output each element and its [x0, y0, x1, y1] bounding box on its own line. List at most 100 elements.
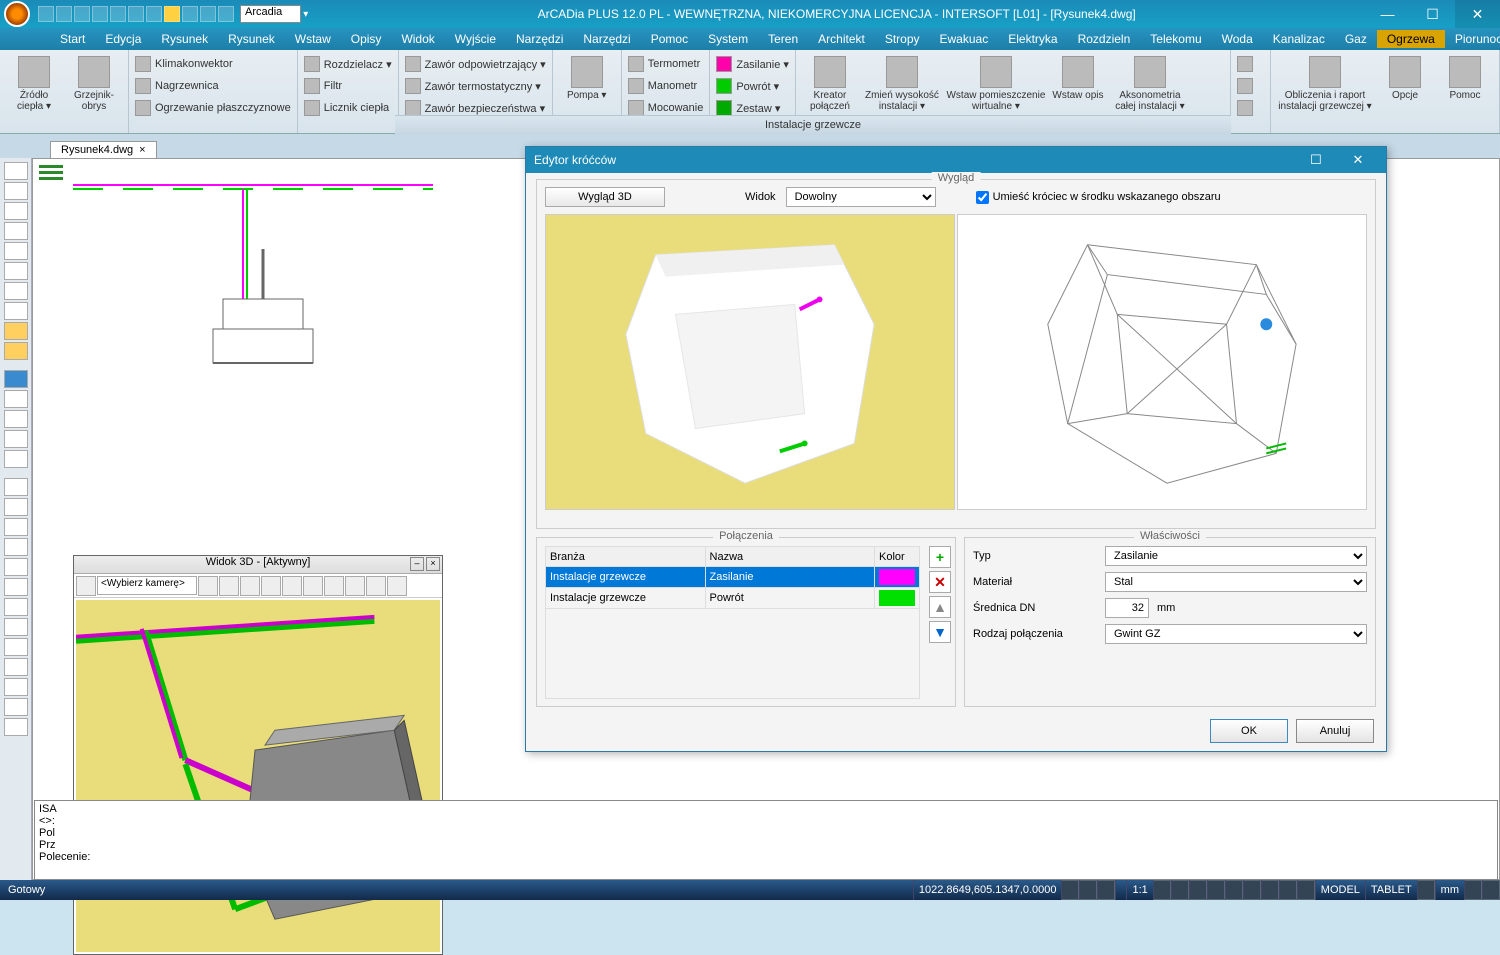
menu-item[interactable]: Pomoc [641, 30, 698, 48]
tool-button[interactable] [4, 342, 28, 360]
tool-button[interactable] [4, 242, 28, 260]
status-icon[interactable] [1417, 880, 1435, 900]
ribbon-zawor-odpowietrzajacy[interactable]: Zawór odpowietrzający ▾ [405, 54, 546, 74]
qat-button[interactable] [218, 6, 234, 22]
panel-min-icon[interactable]: – [410, 557, 424, 571]
view3d-mode-button[interactable]: Wygląd 3D [545, 187, 665, 207]
menu-item[interactable]: Wyjście [445, 30, 506, 48]
menu-item[interactable]: Edycja [95, 30, 151, 48]
connections-table[interactable]: Branża Nazwa Kolor Instalacje grzewczeZa… [545, 546, 920, 609]
status-icon[interactable] [1297, 880, 1315, 900]
tool-button[interactable] [4, 478, 28, 496]
status-icon[interactable] [1207, 880, 1225, 900]
tool-button[interactable] [4, 718, 28, 736]
view3d-tool[interactable] [261, 576, 281, 596]
tool-button[interactable] [4, 262, 28, 280]
view3d-tool[interactable] [240, 576, 260, 596]
minimize-button[interactable]: — [1365, 0, 1410, 28]
ribbon-heat-source[interactable]: Źródło ciepła ▾ [6, 52, 62, 131]
ok-button[interactable]: OK [1210, 719, 1288, 743]
view3d-tool[interactable] [303, 576, 323, 596]
layer-combo[interactable]: Arcadia [240, 5, 301, 23]
menu-item[interactable]: Widok [391, 30, 444, 48]
status-tablet[interactable]: TABLET [1365, 880, 1417, 900]
qat-button[interactable] [128, 6, 144, 22]
tool-button[interactable] [4, 322, 28, 340]
maximize-button[interactable]: ☐ [1410, 0, 1455, 28]
view3d-tool[interactable] [219, 576, 239, 596]
status-bmp[interactable] [1115, 880, 1126, 900]
ribbon-ogrzewanie-plaszczyznowe[interactable]: Ogrzewanie płaszczyznowe [135, 98, 291, 118]
tool-button[interactable] [4, 558, 28, 576]
ribbon-nagrzewnica[interactable]: Nagrzewnica [135, 76, 291, 96]
menu-item[interactable]: Gaz [1335, 30, 1377, 48]
tool-button[interactable] [4, 678, 28, 696]
tool-button[interactable] [4, 430, 28, 448]
menu-item[interactable]: Wstaw [285, 30, 341, 48]
menu-item[interactable]: Opisy [341, 30, 392, 48]
qat-button[interactable] [56, 6, 72, 22]
status-icon[interactable] [1153, 880, 1171, 900]
menu-item[interactable]: Rysunek [151, 30, 218, 48]
menu-item[interactable]: Rysunek [218, 30, 285, 48]
document-tab[interactable]: Rysunek4.dwg × [50, 141, 157, 158]
ribbon-obliczenia-raport[interactable]: Obliczenia i raport instalacji grzewczej… [1277, 52, 1373, 131]
view3d-tool[interactable] [324, 576, 344, 596]
tool-button[interactable] [4, 598, 28, 616]
menu-item[interactable]: Start [50, 30, 95, 48]
tool-button[interactable] [4, 182, 28, 200]
ribbon-powrot[interactable]: Powrót ▾ [716, 76, 789, 96]
command-line[interactable]: ISA <>: Pol Prz Polecenie: [34, 800, 1498, 880]
menu-item[interactable]: Woda [1212, 30, 1263, 48]
tool-button[interactable] [4, 578, 28, 596]
ribbon-manometr[interactable]: Manometr [628, 76, 704, 96]
move-down-button[interactable]: ▼ [929, 621, 951, 643]
status-icon[interactable] [1261, 880, 1279, 900]
hamburger-icon[interactable] [39, 165, 63, 183]
view-select[interactable]: Dowolny [786, 187, 936, 207]
dialog-close-button[interactable]: ✕ [1338, 152, 1378, 168]
center-checkbox[interactable]: Umieść króciec w środku wskazanego obsza… [976, 191, 1221, 204]
tool-button[interactable] [4, 518, 28, 536]
prop-material-select[interactable]: Stal [1105, 572, 1367, 592]
menu-item[interactable]: Telekomu [1140, 30, 1211, 48]
tool-button[interactable] [4, 370, 28, 388]
ribbon-small[interactable] [1237, 98, 1253, 118]
ribbon-opcje[interactable]: Opcje [1377, 52, 1433, 131]
ribbon-small[interactable] [1237, 54, 1253, 74]
tool-button[interactable] [4, 202, 28, 220]
status-icon[interactable] [1171, 880, 1189, 900]
ribbon-zasilanie[interactable]: Zasilanie ▾ [716, 54, 789, 74]
status-icon[interactable] [1464, 880, 1482, 900]
prop-dn-input[interactable] [1105, 598, 1149, 618]
status-icon[interactable] [1482, 880, 1500, 900]
menu-item[interactable]: Architekt [808, 30, 875, 48]
view3d-tool[interactable] [345, 576, 365, 596]
qat-button[interactable] [92, 6, 108, 22]
camera-select[interactable]: <Wybierz kamerę> [97, 576, 197, 595]
status-icon[interactable] [1097, 880, 1115, 900]
ribbon-rozdzielacz[interactable]: Rozdzielacz ▾ [304, 54, 392, 74]
panel-close-icon[interactable]: × [426, 557, 440, 571]
table-row[interactable]: Instalacje grzewczePowrót [546, 588, 920, 609]
tool-button[interactable] [4, 538, 28, 556]
qat-button[interactable] [74, 6, 90, 22]
close-tab-icon[interactable]: × [139, 144, 145, 156]
ribbon-zawor-termostatyczny[interactable]: Zawór termostatyczny ▾ [405, 76, 546, 96]
menu-item[interactable]: Ewakuac [930, 30, 999, 48]
ribbon-pomoc[interactable]: Pomoc [1437, 52, 1493, 131]
status-model[interactable]: MODEL [1315, 880, 1365, 900]
tool-button[interactable] [4, 410, 28, 428]
menu-item[interactable]: Stropy [875, 30, 930, 48]
view3d-tool[interactable] [387, 576, 407, 596]
view3d-tool[interactable] [198, 576, 218, 596]
view3d-tool[interactable] [366, 576, 386, 596]
qat-button[interactable] [146, 6, 162, 22]
delete-row-button[interactable]: ✕ [929, 571, 951, 593]
add-row-button[interactable]: + [929, 546, 951, 568]
view3d-tool[interactable] [282, 576, 302, 596]
cancel-button[interactable]: Anuluj [1296, 719, 1374, 743]
tool-button[interactable] [4, 282, 28, 300]
tool-button[interactable] [4, 450, 28, 468]
qat-button[interactable] [110, 6, 126, 22]
